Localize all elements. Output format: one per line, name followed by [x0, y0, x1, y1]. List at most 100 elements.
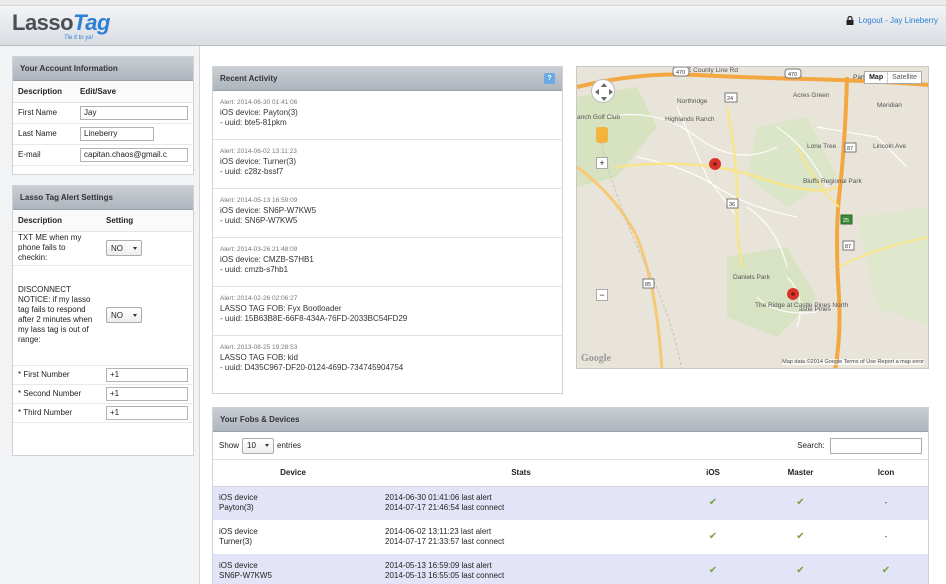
logo-word-lasso: Lasso	[12, 10, 74, 35]
fobs-devices-heading: Your Fobs & Devices	[213, 408, 928, 432]
entries-label: entries	[277, 441, 302, 450]
shield-470-b: 470	[788, 72, 797, 78]
first-number-row: * First Number	[13, 365, 193, 385]
search-control: Search:	[797, 437, 922, 454]
email-input[interactable]	[80, 147, 188, 162]
map-label-lone-tree: Lone Tree	[807, 143, 837, 150]
activity-item: Alert: 2014-06-30 01:41:06 iOS device: P…	[213, 91, 562, 140]
zoom-out-button[interactable]: −	[596, 289, 608, 301]
checkmark-icon: ✔	[844, 554, 928, 584]
lock-icon	[846, 16, 854, 25]
txt-me-row: TXT ME when my phone fails to checkin: N…	[13, 231, 193, 266]
shield-36: 36	[729, 202, 735, 208]
disconnect-row: DISCONNECT NOTICE: if my lasso tag fails…	[13, 265, 193, 366]
zoom-in-button[interactable]: +	[596, 157, 608, 169]
alerts-col-setting: Setting	[101, 210, 193, 232]
map-label-castle-pines: astle Pines	[799, 306, 832, 313]
entries-select[interactable]: 10	[242, 437, 275, 454]
account-col-description: Description	[13, 81, 75, 103]
txt-me-select[interactable]: NO	[106, 240, 142, 256]
disconnect-select[interactable]: NO	[106, 307, 142, 323]
third-number-input[interactable]	[106, 405, 188, 420]
icon-cell: -	[844, 520, 928, 554]
map-label-meridian: Meridian	[877, 102, 902, 109]
column-device[interactable]: Device	[213, 460, 373, 487]
account-info-heading: Your Account Information	[13, 57, 193, 81]
checkmark-icon: ✔	[669, 520, 757, 554]
map-label-highlands-ranch: Highlands Ranch	[665, 116, 715, 123]
map-attribution[interactable]: Map data ©2014 Google Terms of Use Repor…	[782, 359, 924, 365]
map-label-golf-club: anch Golf Club	[577, 114, 620, 121]
logout-link[interactable]: Logout - Jay Lineberry	[846, 16, 938, 25]
map-pan-control[interactable]	[591, 79, 615, 103]
table-row[interactable]: iOS device Turner(3) 2014-06-02 13:11:23 …	[213, 520, 928, 554]
column-ios[interactable]: iOS	[669, 460, 757, 487]
first-name-row: First Name	[13, 102, 193, 124]
map-label-bluffs-park: Bluffs Regional Park	[803, 178, 863, 185]
first-name-input[interactable]	[80, 105, 188, 120]
fobs-table: Device Stats iOS Master Icon iOS device P…	[213, 460, 928, 584]
third-number-row: * Third Number	[13, 403, 193, 423]
last-name-row: Last Name	[13, 123, 193, 145]
checkmark-icon: ✔	[757, 520, 844, 554]
recent-activity-panel: Recent Activity ? Alert: 2014-06-30 01:4…	[212, 66, 563, 394]
device-cell: iOS device SN6P-W7KW5	[213, 554, 373, 584]
shield-25: 25	[843, 218, 849, 224]
shield-470-a: 470	[676, 70, 685, 76]
checkmark-icon: ✔	[669, 554, 757, 584]
first-number-input[interactable]	[106, 367, 188, 382]
stats-cell: 2014-05-13 16:59:09 last alert 2014-05-13…	[373, 554, 669, 584]
stats-cell: 2014-06-30 01:41:06 last alert 2014-07-17…	[373, 486, 669, 520]
first-number-label: * First Number	[13, 365, 101, 385]
shield-87-a: 87	[847, 146, 853, 152]
app-header: LassoTag Tie it to ya! Logout - Jay Line…	[0, 6, 946, 46]
second-number-row: * Second Number	[13, 384, 193, 404]
chevron-down-icon	[133, 313, 137, 317]
map-type-map-button[interactable]: Map	[865, 72, 889, 83]
checkmark-icon: ✔	[757, 486, 844, 520]
map-label-lincoln-ave: Lincoln Ave	[873, 143, 907, 150]
column-stats[interactable]: Stats	[373, 460, 669, 487]
second-number-input[interactable]	[106, 386, 188, 401]
map-label-county-line: E County Line Rd	[687, 67, 738, 74]
email-row: E-mail	[13, 144, 193, 166]
lassotag-logo[interactable]: LassoTag Tie it to ya!	[12, 10, 122, 42]
activity-item: Alert: 2013-08-25 19:28:53 LASSO TAG FOB…	[220, 344, 404, 372]
fobs-table-header: Device Stats iOS Master Icon	[213, 460, 928, 487]
pegman-icon[interactable]	[596, 127, 608, 143]
column-master[interactable]: Master	[757, 460, 844, 487]
device-cell: iOS device Turner(3)	[213, 520, 373, 554]
map-view[interactable]: E County Line Rd Park Meadows Northridge…	[576, 66, 929, 369]
activity-item: Alert: 2014-06-02 13:11:23 iOS device: T…	[213, 140, 562, 189]
table-row[interactable]: iOS device Payton(3) 2014-06-30 01:41:06 …	[213, 486, 928, 520]
account-col-edit-save: Edit/Save	[75, 81, 193, 103]
first-name-label: First Name	[13, 102, 75, 124]
account-info-panel: Your Account Information Description Edi…	[12, 56, 194, 175]
show-label: Show	[219, 441, 240, 450]
chevron-down-icon	[133, 246, 137, 250]
icon-cell: -	[844, 486, 928, 520]
activity-item: Alert: 2014-05-13 16:59:09 iOS device: S…	[213, 189, 562, 238]
table-row[interactable]: iOS device SN6P-W7KW5 2014-05-13 16:59:09…	[213, 554, 928, 584]
logo-tagline: Tie it to ya!	[64, 35, 94, 41]
shield-24: 24	[727, 96, 733, 102]
map-canvas[interactable]: E County Line Rd Park Meadows Northridge…	[577, 67, 929, 369]
checkmark-icon: ✔	[669, 486, 757, 520]
fobs-devices-panel: Your Fobs & Devices Show 10 entries Sear…	[212, 407, 929, 584]
checkmark-icon: ✔	[757, 554, 844, 584]
table-controls: Show 10 entries Search:	[213, 432, 928, 460]
activity-item: Alert: 2014-02-26 02:06:27 LASSO TAG FOB…	[213, 287, 562, 336]
third-number-label: * Third Number	[13, 403, 101, 423]
account-info-table: Description Edit/Save First Name Last Na…	[13, 81, 193, 166]
last-name-input[interactable]	[80, 126, 154, 141]
column-icon[interactable]: Icon	[844, 460, 928, 487]
search-input[interactable]	[830, 437, 922, 454]
map-type-satellite-button[interactable]: Satellite	[888, 72, 921, 83]
alert-settings-heading: Lasso Tag Alert Settings	[13, 186, 193, 210]
stats-cell: 2014-06-02 13:11:23 last alert 2014-07-17…	[373, 520, 669, 554]
alert-settings-table: Description Setting TXT ME when my phone…	[13, 210, 193, 423]
email-label: E-mail	[13, 144, 75, 166]
help-button[interactable]: ?	[544, 73, 555, 84]
map-label-acres-green: Acres Green	[793, 92, 830, 99]
left-sidebar: Your Account Information Description Edi…	[0, 46, 200, 584]
